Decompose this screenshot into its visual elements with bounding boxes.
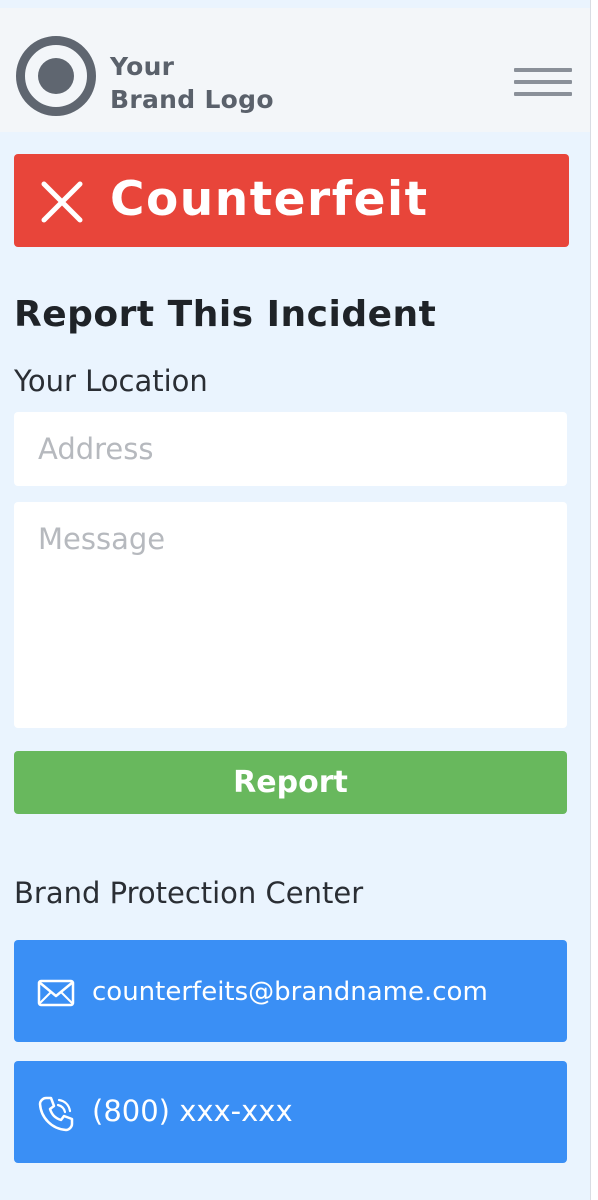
brand-logo-text[interactable]: Your Brand Logo [110, 50, 274, 116]
address-input[interactable] [14, 412, 567, 486]
phone-contact-button[interactable]: (800) xxx-xxx [14, 1061, 567, 1163]
x-icon [41, 181, 83, 223]
logo-line-2: Brand Logo [110, 85, 274, 114]
location-label: Your Location [14, 364, 208, 398]
status-banner: Counterfeit [14, 154, 569, 247]
email-text: counterfeits@brandname.com [92, 977, 488, 1007]
status-text: Counterfeit [110, 172, 429, 227]
menu-icon[interactable] [514, 68, 572, 102]
report-title: Report This Incident [14, 294, 437, 335]
message-input[interactable] [14, 502, 567, 728]
protection-center-title: Brand Protection Center [14, 876, 364, 910]
phone-icon [38, 1096, 74, 1132]
report-button[interactable]: Report [14, 751, 567, 814]
screen-edge [590, 0, 598, 1200]
logo-line-1: Your [110, 52, 175, 81]
logo-inner-dot [38, 58, 74, 94]
mobile-screen: Your Brand Logo Counterfeit Report This … [0, 0, 590, 1200]
email-contact-button[interactable]: counterfeits@brandname.com [14, 940, 567, 1042]
app-header: Your Brand Logo [0, 8, 590, 132]
phone-text: (800) xxx-xxx [92, 1094, 293, 1128]
brand-logo-icon[interactable] [16, 36, 96, 116]
envelope-icon [37, 979, 75, 1007]
